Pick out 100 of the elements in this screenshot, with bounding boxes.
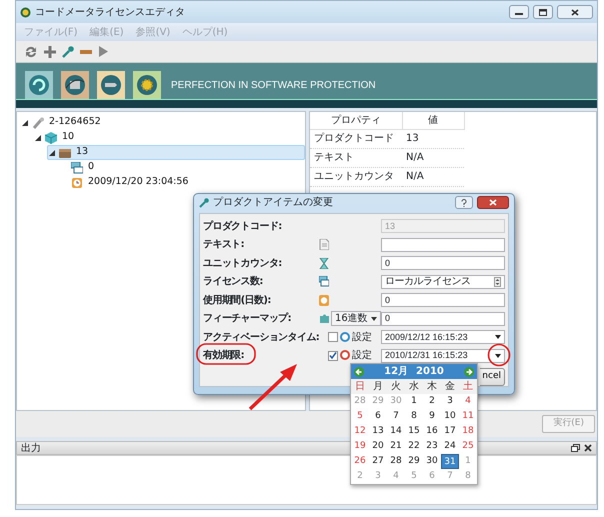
banner-tile[interactable]: [25, 71, 53, 99]
calendar-day[interactable]: 23: [423, 439, 441, 454]
property-value: N/A: [402, 148, 464, 167]
calendar-day[interactable]: 27: [369, 454, 387, 469]
cancel-button[interactable]: ncel: [480, 368, 505, 386]
spinner-icon[interactable]: [494, 276, 501, 287]
calendar-day[interactable]: 18: [459, 424, 477, 439]
banner-tile[interactable]: [133, 71, 161, 99]
calendar-day[interactable]: 21: [387, 439, 405, 454]
field-label: アクティベーションタイム:: [203, 330, 320, 345]
calendar-day[interactable]: 15: [405, 424, 423, 439]
set-label: 設定: [352, 348, 372, 364]
calendar-day[interactable]: 30: [423, 454, 441, 469]
field-label: プロダクトコード:: [203, 219, 282, 234]
calendar-day[interactable]: 22: [405, 439, 423, 454]
calendar-day[interactable]: 4: [459, 394, 477, 409]
windows-icon: [319, 276, 329, 288]
calendar-day[interactable]: 26: [351, 454, 369, 469]
refresh-tile-icon: [27, 73, 51, 97]
tree-item[interactable]: 0: [60, 160, 305, 175]
calendar-day[interactable]: 5: [351, 409, 369, 424]
restore-icon[interactable]: [571, 444, 580, 452]
field-label: テキスト:: [203, 238, 244, 252]
calendar-day[interactable]: 24: [441, 439, 459, 454]
calendar-day[interactable]: 8: [405, 409, 423, 424]
close-button[interactable]: [557, 5, 593, 19]
input-field[interactable]: 0: [381, 293, 505, 308]
year-label[interactable]: 2010: [416, 364, 444, 379]
input-field[interactable]: 0: [381, 256, 505, 270]
cube-icon: [45, 132, 57, 144]
play-icon[interactable]: [98, 46, 108, 57]
input-field[interactable]: 0: [381, 312, 505, 326]
tree-item[interactable]: 13: [47, 145, 305, 160]
next-month-icon[interactable]: [464, 366, 474, 376]
property-name: テキスト: [310, 148, 402, 167]
calendar-day[interactable]: 1: [405, 394, 423, 409]
input-field[interactable]: [381, 238, 505, 252]
checkbox[interactable]: [328, 350, 338, 361]
calendar-day[interactable]: 31: [441, 454, 459, 469]
pointer-arrow: [247, 362, 299, 412]
close-icon[interactable]: [584, 444, 592, 452]
close-icon: [489, 199, 497, 206]
previous-month-icon[interactable]: [354, 366, 364, 376]
input-field[interactable]: 2010/12/31 16:15:23: [381, 348, 505, 363]
calendar-day[interactable]: 3: [441, 394, 459, 409]
weekday-label: 火: [387, 379, 405, 394]
calendar-day[interactable]: 25: [459, 439, 477, 454]
field-label: ユニットカウンタ:: [203, 256, 282, 271]
caret-icon: [370, 316, 377, 321]
column-header[interactable]: プロパティ: [310, 112, 402, 129]
calendar-day[interactable]: 16: [423, 424, 441, 439]
tree-item[interactable]: 2009/12/20 23:04:56: [60, 175, 305, 190]
close-button[interactable]: [477, 196, 509, 209]
remove-icon[interactable]: [80, 50, 92, 54]
calendar-day[interactable]: 12: [351, 424, 369, 439]
calendar-day[interactable]: 9: [423, 409, 441, 424]
caret-icon[interactable]: [495, 335, 501, 340]
refresh-icon[interactable]: [24, 44, 38, 58]
field-label: 使用期間(日数):: [203, 294, 271, 308]
weekday-label: 日: [351, 379, 369, 394]
column-header[interactable]: 値: [402, 112, 464, 129]
app-icon: [20, 6, 31, 18]
calendar-day[interactable]: 19: [351, 439, 369, 454]
calendar-day[interactable]: 2: [423, 394, 441, 409]
property-name: プロダクトコード: [310, 129, 402, 148]
calendar-day[interactable]: 14: [387, 424, 405, 439]
calendar-day[interactable]: 13: [369, 424, 387, 439]
item-icon: [59, 146, 71, 158]
weekday-label: 月: [369, 379, 387, 394]
caret-icon[interactable]: [495, 354, 501, 358]
window-title: コードメータライセンスエディタ: [35, 6, 186, 20]
input-field[interactable]: ローカルライセンス: [381, 274, 505, 289]
input-field[interactable]: 2009/12/12 16:15:23: [381, 330, 505, 344]
tree-item[interactable]: 10: [34, 130, 305, 145]
calendar-day[interactable]: 10: [441, 409, 459, 424]
add-icon[interactable]: [44, 46, 56, 58]
calendar-day[interactable]: 6: [369, 409, 387, 424]
close-icon: [571, 8, 579, 16]
calendar-day[interactable]: 28: [387, 454, 405, 469]
maximize-button[interactable]: [533, 5, 553, 19]
minimize-button[interactable]: [509, 5, 529, 19]
calendar-day[interactable]: 17: [441, 424, 459, 439]
calendar-day[interactable]: 11: [459, 409, 477, 424]
calendar-day[interactable]: 20: [369, 439, 387, 454]
help-button[interactable]: [455, 196, 473, 209]
field-label: 有効期限:: [203, 348, 244, 364]
checkbox[interactable]: [328, 332, 338, 342]
banner-tile[interactable]: [97, 71, 125, 99]
field-label: ライセンス数:: [203, 274, 263, 290]
puzzle-icon: [319, 313, 329, 324]
month-selector[interactable]: 12月: [384, 364, 408, 379]
tree-item[interactable]: 2-1264652: [21, 115, 305, 130]
banner-tile[interactable]: [61, 71, 89, 99]
calendar-day[interactable]: 29: [405, 454, 423, 469]
calendar-day[interactable]: 7: [387, 409, 405, 424]
highlight-ring: [196, 343, 256, 365]
document-icon: [319, 239, 329, 250]
maximize-icon: [539, 8, 547, 16]
format-dropdown[interactable]: 16進数: [331, 311, 381, 326]
set-label: 設定: [352, 330, 372, 345]
